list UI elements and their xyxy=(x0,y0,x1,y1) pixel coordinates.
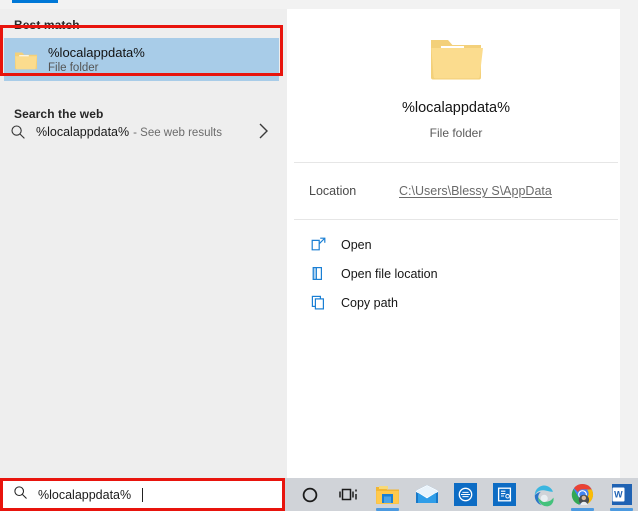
results-panel: Best match %localappdata% File folder Se… xyxy=(0,9,287,478)
taskbar-icons: W xyxy=(290,478,638,511)
active-tab-indicator xyxy=(12,0,58,3)
folder-icon xyxy=(428,33,484,90)
location-label: Location xyxy=(309,184,357,198)
google-chrome-icon xyxy=(571,483,594,506)
copy-icon xyxy=(309,295,327,310)
folder-open-icon xyxy=(309,266,327,281)
taskbar-item-app-blue-square[interactable] xyxy=(485,478,524,511)
web-search-result[interactable]: %localappdata% - See web results xyxy=(0,114,287,150)
search-input-value: %localappdata% xyxy=(38,487,132,502)
action-open[interactable]: Open xyxy=(309,230,620,259)
best-match-text: %localappdata% File folder xyxy=(48,45,145,74)
action-copy-path[interactable]: Copy path xyxy=(309,288,620,317)
search-input[interactable]: %localappdata% xyxy=(2,481,283,508)
taskbar-item-mail[interactable] xyxy=(407,478,446,511)
svg-text:W: W xyxy=(614,490,623,500)
microsoft-word-icon: W xyxy=(611,484,632,505)
best-match-header: Best match xyxy=(14,18,80,32)
task-view-icon xyxy=(339,488,357,501)
action-open-file-location-label: Open file location xyxy=(341,266,438,281)
web-result-suffix: - See web results xyxy=(133,127,222,139)
preview-subtitle: File folder xyxy=(429,125,483,140)
preview-title: %localappdata% xyxy=(401,99,511,116)
app-blue-circle-icon xyxy=(454,483,477,506)
taskbar-item-file-explorer[interactable] xyxy=(368,478,407,511)
best-match-subtitle: File folder xyxy=(48,62,99,74)
preview-panel: %localappdata% File folder Location C:\U… xyxy=(292,10,620,478)
taskbar: %localappdata% W xyxy=(0,478,638,511)
cortana-icon xyxy=(302,487,317,502)
search-icon xyxy=(13,485,28,505)
chevron-right-icon[interactable] xyxy=(258,122,269,145)
taskbar-item-cortana[interactable] xyxy=(290,478,329,511)
search-icon xyxy=(0,124,36,140)
location-link[interactable]: C:\Users\Blessy S\AppData xyxy=(399,184,552,198)
web-result-text: %localappdata% - See web results xyxy=(36,123,222,141)
open-external-icon xyxy=(309,237,327,252)
best-match-result[interactable]: %localappdata% File folder xyxy=(4,38,279,81)
taskbar-item-app-blue-circle[interactable] xyxy=(446,478,485,511)
panel-gutter xyxy=(620,0,638,478)
location-row: Location C:\Users\Blessy S\AppData xyxy=(292,163,620,219)
folder-icon xyxy=(4,49,48,71)
file-explorer-icon xyxy=(376,486,399,504)
best-match-title: %localappdata% xyxy=(48,45,145,60)
action-open-label: Open xyxy=(341,237,372,252)
microsoft-edge-icon xyxy=(534,484,554,506)
taskbar-item-microsoft-word[interactable]: W xyxy=(602,478,638,511)
search-flyout: Best match %localappdata% File folder Se… xyxy=(0,0,638,511)
mail-icon xyxy=(415,485,438,503)
app-blue-square-icon xyxy=(493,483,516,506)
preview-hero: %localappdata% File folder xyxy=(292,10,620,162)
taskbar-item-task-view[interactable] xyxy=(329,478,368,511)
action-copy-path-label: Copy path xyxy=(341,295,398,310)
top-tab-strip xyxy=(0,0,638,9)
action-open-file-location[interactable]: Open file location xyxy=(309,259,620,288)
taskbar-item-microsoft-edge[interactable] xyxy=(524,478,563,511)
web-result-query: %localappdata% xyxy=(36,125,130,139)
text-caret xyxy=(142,487,144,502)
taskbar-item-google-chrome[interactable] xyxy=(563,478,602,511)
action-list: Open Open file location Copy path xyxy=(292,220,620,317)
